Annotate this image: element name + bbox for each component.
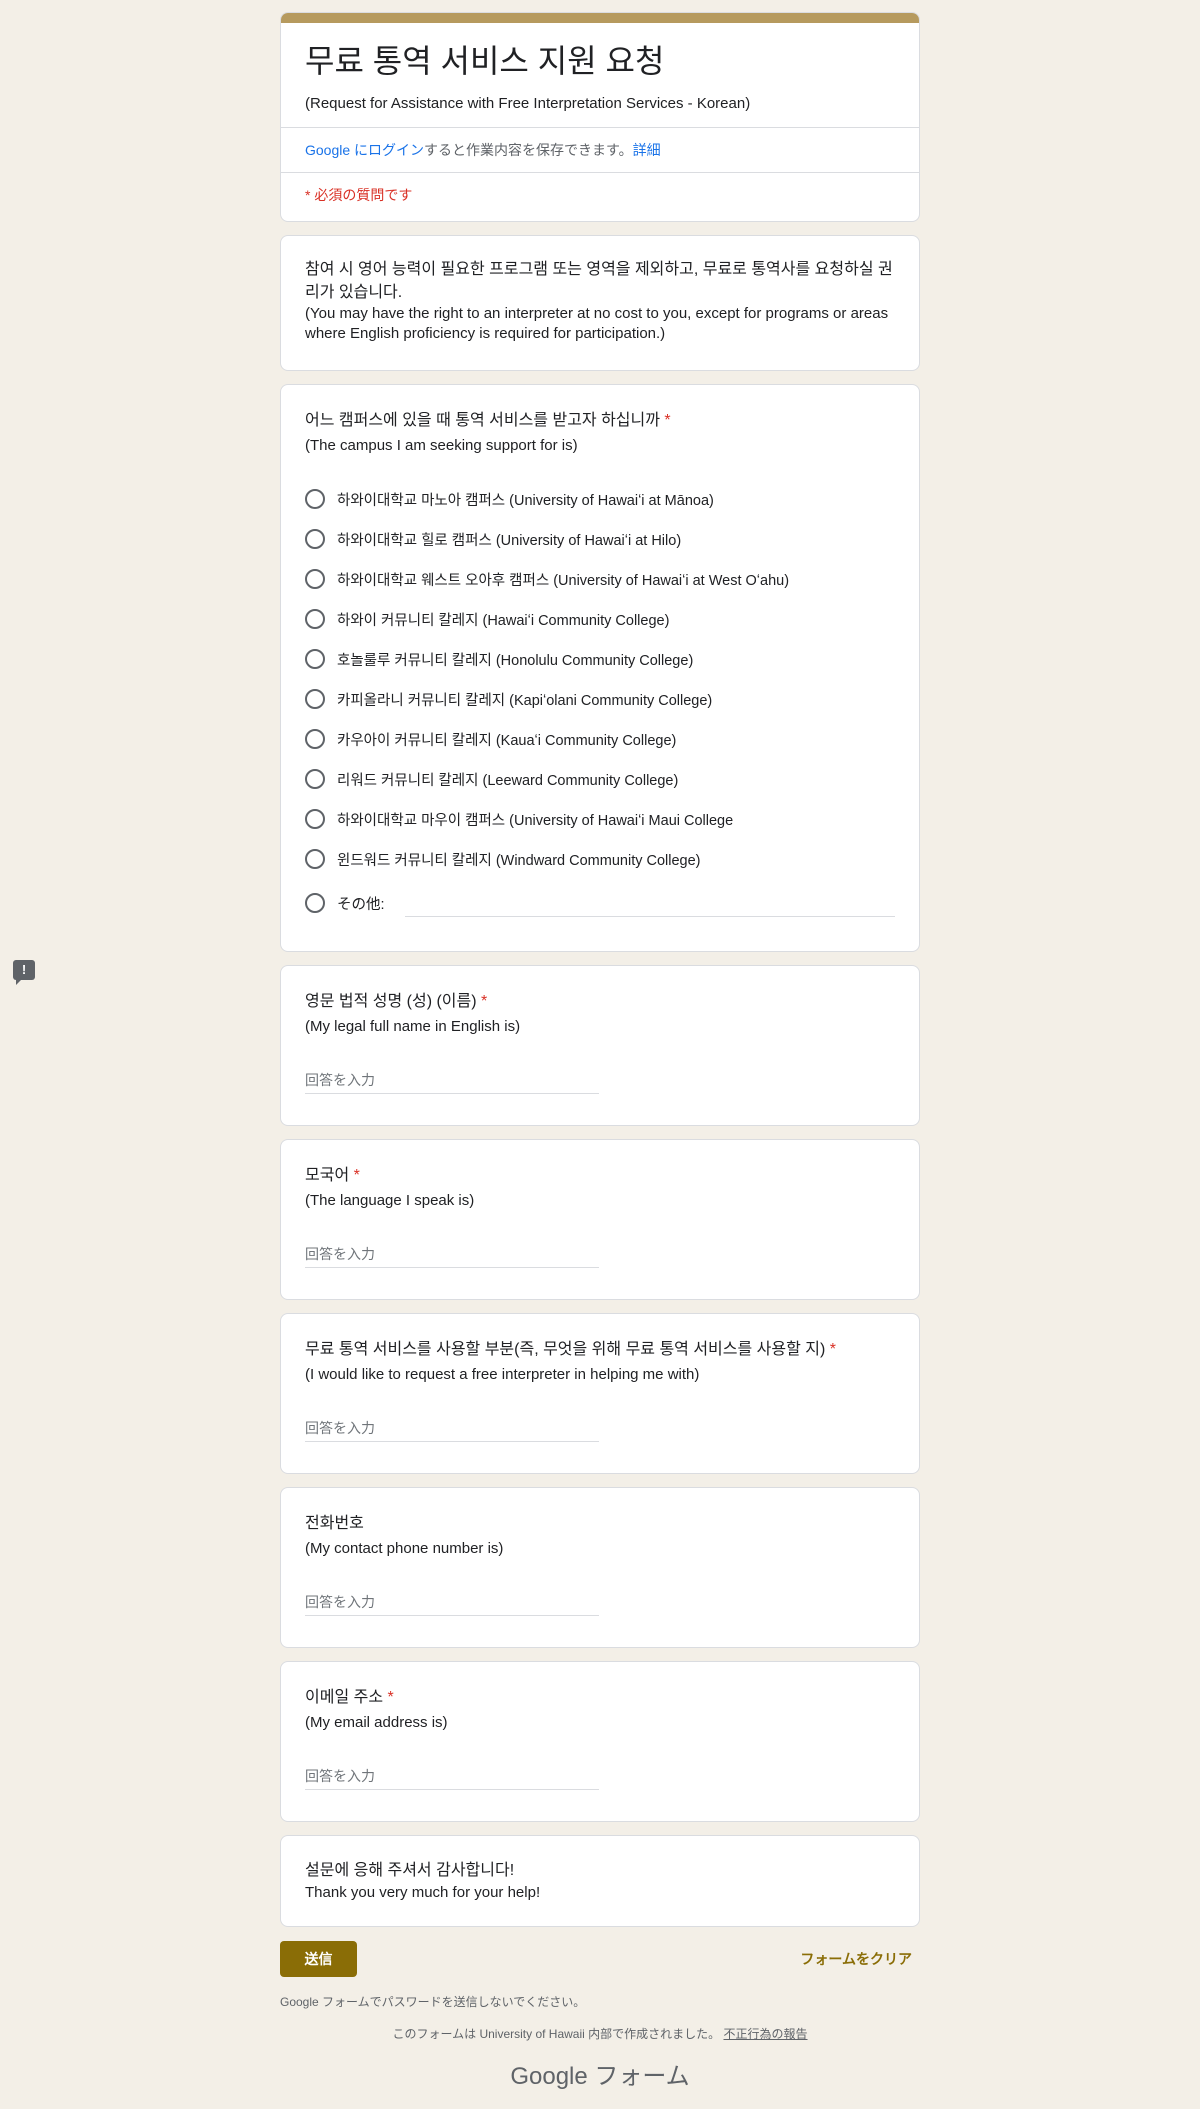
google-forms-logo[interactable]: Google フォーム	[280, 2056, 920, 2091]
campus-option[interactable]: 호놀룰루 커뮤니티 칼레지 (Honolulu Community Colleg…	[305, 639, 895, 679]
required-star: *	[664, 412, 671, 429]
question-title-text: 어느 캠퍼스에 있을 때 통역 서비스를 받고자 하십니까	[305, 412, 660, 429]
question-title: 무료 통역 서비스를 사용할 부분(즉, 무엇을 위해 무료 통역 서비스를 사…	[305, 1338, 895, 1362]
question-title-text: 모국어	[305, 1167, 350, 1184]
question-title: 모국어 *	[305, 1164, 895, 1188]
other-text-input[interactable]	[404, 889, 895, 917]
radio-button[interactable]	[305, 609, 325, 629]
radio-button[interactable]	[305, 849, 325, 869]
form-subtitle: (Request for Assistance with Free Interp…	[305, 95, 751, 112]
campus-option[interactable]: 하와이대학교 힐로 캠퍼스 (University of Hawaiʻi at …	[305, 519, 895, 559]
radio-button[interactable]	[305, 729, 325, 749]
description-card: 참여 시 영어 능력이 필요한 프로그램 또는 영역을 제외하고, 무료로 통역…	[280, 235, 920, 371]
question-subtitle: (I would like to request a free interpre…	[305, 1366, 700, 1383]
radio-button[interactable]	[305, 649, 325, 669]
option-label: 카피올라니 커뮤니티 칼레지 (Kapiʻolani Community Col…	[337, 692, 713, 709]
campus-option[interactable]: 카피올라니 커뮤니티 칼레지 (Kapiʻolani Community Col…	[305, 679, 895, 719]
password-warning: Google フォームでパスワードを送信しないでください。	[280, 1995, 586, 2009]
radio-button[interactable]	[305, 809, 325, 829]
form-title: 무료 통역 서비스 지원 요청	[305, 43, 665, 79]
campus-option[interactable]: 하와이대학교 마노아 캠퍼스 (University of Hawaiʻi at…	[305, 479, 895, 519]
login-notice: Google にログインすると作業内容を保存できます。詳細	[281, 128, 919, 172]
details-link[interactable]: 詳細	[633, 142, 661, 158]
email-answer-input[interactable]	[305, 1766, 599, 1790]
description-english: (You may have the right to an interprete…	[305, 305, 889, 342]
option-label: 리워드 커뮤니티 칼레지 (Leeward Community College)	[337, 772, 679, 789]
required-star: *	[353, 1167, 360, 1184]
description-korean: 참여 시 영어 능력이 필요한 프로그램 또는 영역을 제외하고, 무료로 통역…	[305, 261, 893, 301]
header-accent-bar	[281, 13, 919, 23]
report-abuse-link[interactable]: 不正行為の報告	[724, 2027, 808, 2041]
form-header-card: 무료 통역 서비스 지원 요청 (Request for Assistance …	[280, 12, 920, 222]
question-title: 이메일 주소 *	[305, 1686, 895, 1710]
question-title: 전화번호	[305, 1512, 895, 1536]
option-label: 카우아이 커뮤니티 칼레지 (Kauaʻi Community College)	[337, 732, 677, 749]
radio-button[interactable]	[305, 529, 325, 549]
name-question-card: 영문 법적 성명 (성) (이름) * (My legal full name …	[280, 965, 920, 1126]
question-title-text: 무료 통역 서비스를 사용할 부분(즉, 무엇을 위해 무료 통역 서비스를 사…	[305, 1341, 826, 1358]
campus-option[interactable]: 윈드워드 커뮤니티 칼레지 (Windward Community Colleg…	[305, 839, 895, 879]
clear-form-button[interactable]: フォームをクリア	[792, 1941, 920, 1977]
required-star: *	[829, 1341, 837, 1358]
radio-button[interactable]	[305, 893, 325, 913]
question-subtitle: (My contact phone number is)	[305, 1540, 504, 1557]
question-title-text: 이메일 주소	[305, 1689, 384, 1706]
question-subtitle: (The language I speak is)	[305, 1192, 475, 1209]
phone-question-card: 전화번호 (My contact phone number is)	[280, 1487, 920, 1648]
campus-question-card: 어느 캠퍼스에 있을 때 통역 서비스를 받고자 하십니까 * (The cam…	[280, 384, 920, 952]
question-subtitle: (My email address is)	[305, 1714, 448, 1731]
required-note: * 必須の質問です	[305, 187, 413, 203]
login-notice-text: すると作業内容を保存できます。	[424, 142, 633, 158]
phone-answer-input[interactable]	[305, 1592, 599, 1616]
form-origin-note: このフォームは University of Hawaii 内部で作成されました。…	[280, 2026, 920, 2042]
campus-options: 하와이대학교 마노아 캠퍼스 (University of Hawaiʻi at…	[305, 479, 895, 927]
form-container: 무료 통역 서비스 지원 요청 (Request for Assistance …	[280, 12, 920, 2091]
option-label: 호놀룰루 커뮤니티 칼레지 (Honolulu Community Colleg…	[337, 652, 694, 669]
name-answer-input[interactable]	[305, 1070, 599, 1094]
option-label: 하와이대학교 마노아 캠퍼스 (University of Hawaiʻi at…	[337, 492, 714, 509]
question-title-text: 영문 법적 성명 (성) (이름)	[305, 993, 477, 1010]
required-star: *	[481, 993, 488, 1010]
question-subtitle: (My legal full name in English is)	[305, 1018, 521, 1035]
required-star: *	[387, 1689, 394, 1706]
made-by-text: このフォームは University of Hawaii 内部で作成されました。	[392, 2027, 721, 2041]
question-title-text: 전화번호	[305, 1515, 364, 1532]
language-question-card: 모국어 * (The language I speak is)	[280, 1139, 920, 1300]
thanks-english: Thank you very much for your help!	[305, 1884, 541, 1901]
option-label: 윈드워드 커뮤니티 칼레지 (Windward Community Colleg…	[337, 852, 701, 869]
question-title: 어느 캠퍼스에 있을 때 통역 서비스를 받고자 하십니까 *	[305, 409, 895, 433]
campus-option-other[interactable]: その他:	[305, 879, 895, 927]
campus-option[interactable]: 하와이 커뮤니티 칼레지 (Hawaiʻi Community College)	[305, 599, 895, 639]
purpose-answer-input[interactable]	[305, 1418, 599, 1442]
thanks-korean: 설문에 응해 주셔서 감사합니다!	[305, 1862, 515, 1879]
campus-option[interactable]: 리워드 커뮤니티 칼레지 (Leeward Community College)	[305, 759, 895, 799]
option-label: 하와이 커뮤니티 칼레지 (Hawaiʻi Community College)	[337, 612, 670, 629]
question-title: 영문 법적 성명 (성) (이름) *	[305, 990, 895, 1014]
email-question-card: 이메일 주소 * (My email address is)	[280, 1661, 920, 1822]
thanks-card: 설문에 응해 주셔서 감사합니다! Thank you very much fo…	[280, 1835, 920, 1927]
radio-button[interactable]	[305, 569, 325, 589]
form-actions: 送信 フォームをクリア	[280, 1940, 920, 1978]
submit-button[interactable]: 送信	[280, 1941, 357, 1977]
option-label: 하와이대학교 마우이 캠퍼스 (University of Hawaiʻi Ma…	[337, 812, 734, 829]
question-subtitle: (The campus I am seeking support for is)	[305, 437, 578, 454]
radio-button[interactable]	[305, 489, 325, 509]
feedback-icon[interactable]: !	[13, 960, 35, 985]
campus-option[interactable]: 하와이대학교 마우이 캠퍼스 (University of Hawaiʻi Ma…	[305, 799, 895, 839]
radio-button[interactable]	[305, 689, 325, 709]
login-link[interactable]: Google にログイン	[305, 142, 424, 158]
other-label: その他:	[337, 896, 385, 913]
option-label: 하와이대학교 힐로 캠퍼스 (University of Hawaiʻi at …	[337, 532, 682, 549]
option-label: 하와이대학교 웨스트 오아후 캠퍼스 (University of Hawaiʻ…	[337, 572, 790, 589]
radio-button[interactable]	[305, 769, 325, 789]
campus-option[interactable]: 카우아이 커뮤니티 칼레지 (Kauaʻi Community College)	[305, 719, 895, 759]
language-answer-input[interactable]	[305, 1244, 599, 1268]
purpose-question-card: 무료 통역 서비스를 사용할 부분(즉, 무엇을 위해 무료 통역 서비스를 사…	[280, 1313, 920, 1474]
campus-option[interactable]: 하와이대학교 웨스트 오아후 캠퍼스 (University of Hawaiʻ…	[305, 559, 895, 599]
